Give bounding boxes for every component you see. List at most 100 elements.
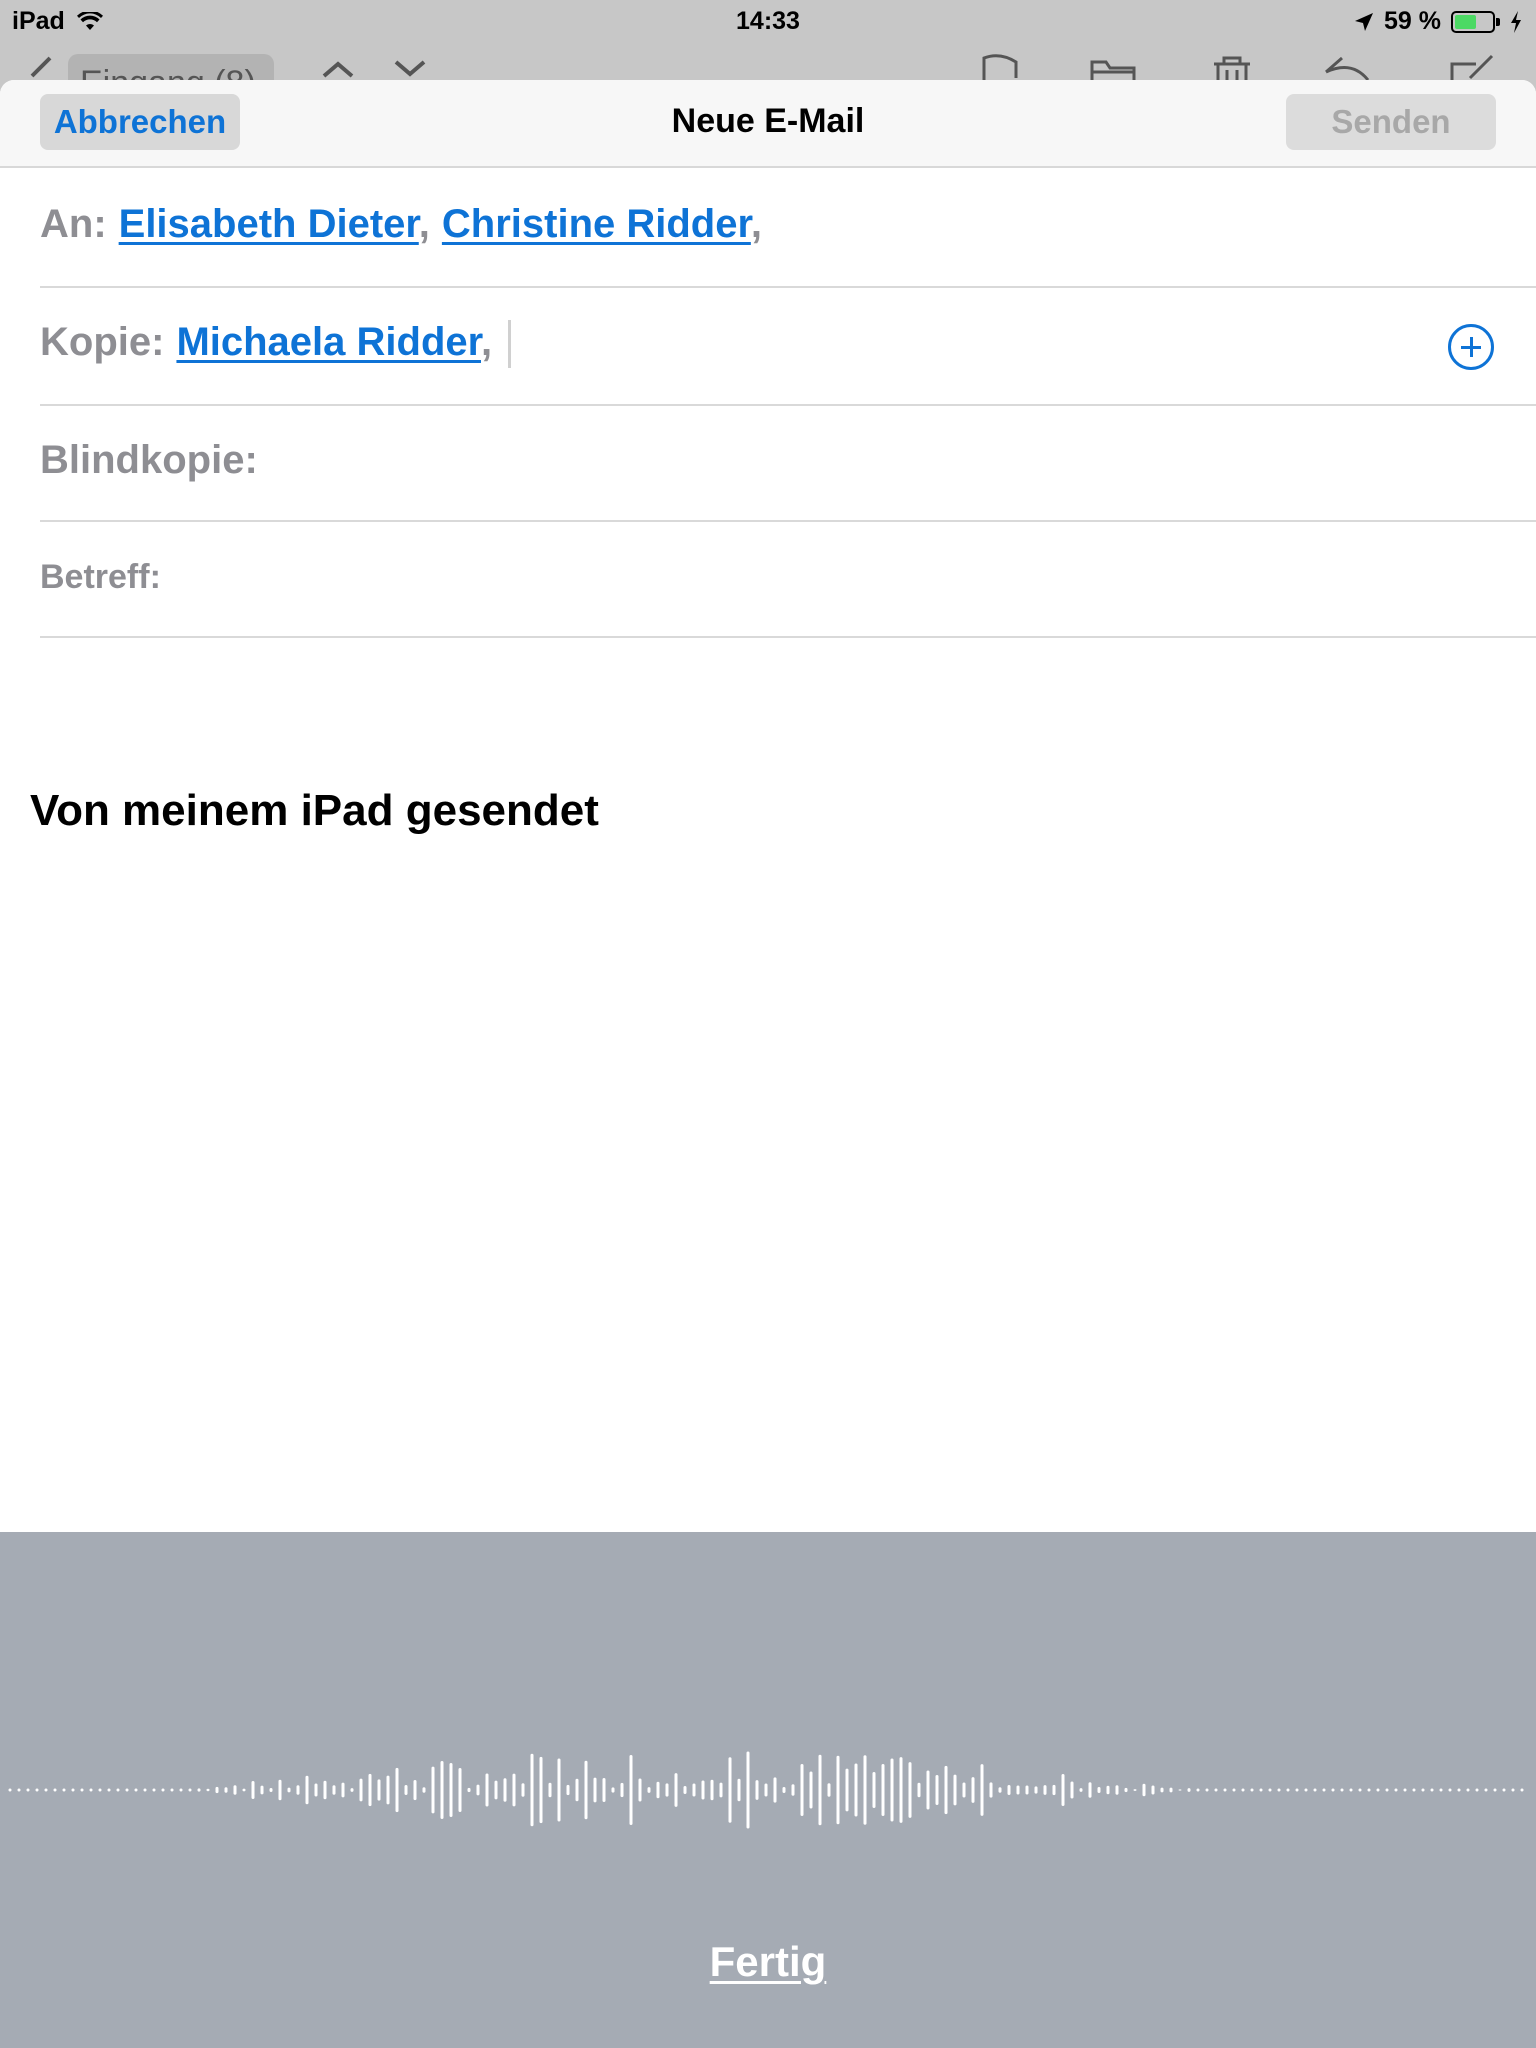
waveform-bar <box>485 1773 489 1807</box>
waveform-bar <box>179 1788 183 1792</box>
waveform-bar <box>1304 1788 1308 1792</box>
waveform-bar <box>413 1779 417 1801</box>
waveform-bar <box>1142 1783 1146 1797</box>
waveform-bar <box>1511 1788 1515 1792</box>
waveform-bar <box>1250 1788 1254 1792</box>
waveform-bar <box>764 1783 768 1797</box>
waveform-bar <box>134 1788 138 1792</box>
waveform-bar <box>1160 1787 1164 1793</box>
trash-icon[interactable] <box>1210 54 1254 80</box>
waveform-bar <box>1502 1788 1506 1792</box>
waveform-bar <box>449 1762 453 1818</box>
waveform-bar <box>1169 1787 1173 1793</box>
waveform-bar <box>305 1775 309 1805</box>
waveform-bar <box>98 1788 102 1792</box>
waveform-bar <box>422 1787 426 1793</box>
waveform-bar <box>1385 1788 1389 1792</box>
send-button[interactable]: Senden <box>1286 94 1496 150</box>
waveform-bar <box>80 1788 84 1792</box>
waveform-bar <box>71 1788 75 1792</box>
waveform-bar <box>62 1788 66 1792</box>
waveform-bar <box>611 1787 615 1793</box>
chevron-up-icon[interactable] <box>318 54 358 80</box>
chevron-down-icon[interactable] <box>390 54 430 80</box>
waveform-bar <box>170 1788 174 1792</box>
waveform-bar <box>107 1788 111 1792</box>
waveform-bar <box>1196 1788 1200 1792</box>
waveform-bar <box>458 1768 462 1812</box>
waveform-bar <box>989 1782 993 1798</box>
waveform-bar <box>521 1783 525 1797</box>
status-bar: iPad 14:33 59 % <box>0 0 1536 40</box>
waveform-bar <box>431 1766 435 1814</box>
waveform-bar <box>971 1777 975 1803</box>
waveform-bar <box>944 1765 948 1815</box>
cc-label: Kopie: <box>40 320 165 364</box>
folder-icon[interactable] <box>1090 54 1136 80</box>
waveform-bar <box>152 1788 156 1792</box>
waveform-bar <box>386 1775 390 1805</box>
waveform-bar <box>404 1785 408 1795</box>
waveform-bar <box>1124 1787 1128 1793</box>
waveform-bar <box>818 1754 822 1826</box>
background-mail-toolbar: Eingang (8) <box>0 40 1536 80</box>
waveform-bar <box>1079 1788 1083 1792</box>
waveform-bar <box>1070 1781 1074 1799</box>
waveform-bar <box>1394 1788 1398 1792</box>
bcc-label: Blindkopie: <box>40 438 258 482</box>
mailbox-back-button[interactable]: Eingang (8) <box>68 54 274 80</box>
waveform-bar <box>890 1758 894 1822</box>
clock: 14:33 <box>736 7 800 35</box>
waveform-bar <box>125 1788 129 1792</box>
waveform-bar <box>35 1788 39 1792</box>
subject-label: Betreff: <box>40 558 161 596</box>
waveform-bar <box>926 1770 930 1810</box>
waveform-bar <box>242 1788 246 1792</box>
waveform-bar <box>1007 1785 1011 1795</box>
waveform-bar <box>1295 1788 1299 1792</box>
waveform-bar <box>863 1755 867 1825</box>
waveform-bar <box>998 1787 1002 1793</box>
waveform-bar <box>1286 1788 1290 1792</box>
reply-icon[interactable] <box>1322 54 1372 80</box>
waveform-bar <box>1043 1785 1047 1795</box>
to-field[interactable]: An: Elisabeth Dieter, Christine Ridder, <box>40 170 1536 288</box>
waveform-bar <box>827 1783 831 1797</box>
waveform-bar <box>1430 1788 1434 1792</box>
bcc-field[interactable]: Blindkopie: <box>40 406 1536 522</box>
waveform-bar <box>548 1782 552 1798</box>
waveform-bar <box>224 1787 228 1793</box>
subject-field[interactable]: Betreff: <box>40 522 1536 638</box>
compose-icon[interactable] <box>1448 54 1498 80</box>
done-button[interactable]: Fertig <box>710 1938 827 1985</box>
waveform-bar <box>1178 1789 1182 1791</box>
waveform-bar <box>953 1774 957 1806</box>
waveform-bar <box>1466 1788 1470 1792</box>
waveform-bar <box>197 1788 201 1792</box>
text-cursor <box>508 320 512 368</box>
waveform-bar <box>881 1764 885 1816</box>
waveform-bar <box>1151 1785 1155 1795</box>
waveform-bar <box>260 1785 264 1795</box>
to-recipient[interactable]: Christine Ridder <box>442 202 751 246</box>
waveform-bar <box>1484 1788 1488 1792</box>
message-body[interactable]: Von meinem iPad gesendet <box>30 786 599 836</box>
waveform-bar <box>512 1773 516 1807</box>
waveform-bar <box>962 1782 966 1798</box>
flag-icon[interactable] <box>980 54 1020 80</box>
compose-navbar: Abbrechen Neue E-Mail Senden <box>0 80 1536 168</box>
cc-recipient[interactable]: Michaela Ridder <box>176 320 481 364</box>
waveform-bar <box>215 1786 219 1794</box>
waveform-bar <box>728 1757 732 1823</box>
to-recipient[interactable]: Elisabeth Dieter <box>119 202 419 246</box>
add-contact-button[interactable] <box>1448 324 1494 370</box>
waveform-bar <box>1520 1788 1524 1792</box>
waveform-bar <box>476 1784 480 1796</box>
waveform-bar <box>206 1788 210 1792</box>
cc-field[interactable]: Kopie: Michaela Ridder, <box>40 288 1536 406</box>
waveform-bar <box>1448 1788 1452 1792</box>
battery-icon <box>1451 10 1500 33</box>
waveform-bar <box>296 1785 300 1795</box>
waveform-bar <box>1223 1788 1227 1792</box>
waveform-bar <box>1016 1785 1020 1795</box>
